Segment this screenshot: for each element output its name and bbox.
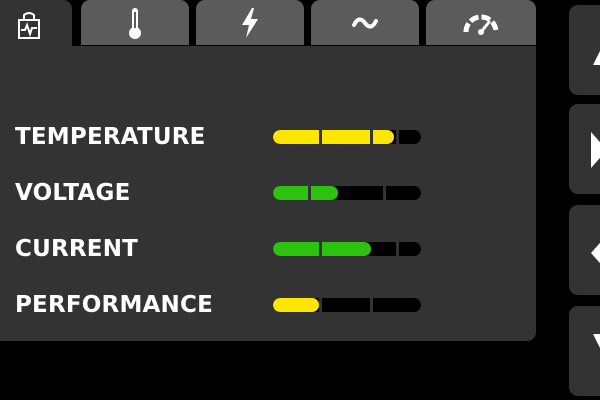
temperature-gauge	[273, 130, 421, 144]
current-gauge	[273, 242, 421, 256]
status-row-voltage: VOLTAGE	[0, 175, 536, 211]
status-row-temperature: TEMPERATURE	[0, 119, 536, 155]
row-marker-icon	[0, 299, 4, 311]
up-arrow-icon	[587, 41, 600, 69]
tab-waveform[interactable]	[311, 0, 419, 45]
wave-icon	[351, 13, 379, 33]
nav-left-button[interactable]	[569, 205, 600, 295]
status-icon	[15, 10, 43, 40]
thermometer-icon	[124, 6, 146, 40]
gauge-divider	[319, 298, 322, 312]
voltage-gauge	[273, 186, 421, 200]
left-arrow-icon	[587, 235, 600, 275]
gauge-divider	[383, 186, 386, 200]
current-label: CURRENT	[15, 236, 139, 262]
down-arrow-icon	[587, 334, 600, 362]
gauge-divider	[370, 298, 373, 312]
gauge-divider	[308, 186, 311, 200]
device-screen: TEMPERATURE VOLTAGE CURRENT PERFORMANCE	[0, 0, 600, 400]
voltage-gauge-fill	[273, 186, 339, 200]
gauge-divider	[319, 130, 322, 144]
nav-up-button[interactable]	[569, 5, 600, 95]
status-row-performance: PERFORMANCE	[0, 287, 536, 323]
temperature-label: TEMPERATURE	[15, 124, 206, 150]
row-marker-icon	[0, 243, 4, 255]
gauge-icon	[462, 10, 500, 36]
tab-electrical[interactable]	[196, 0, 304, 45]
performance-gauge	[273, 298, 421, 312]
tab-performance[interactable]	[426, 0, 536, 45]
status-panel: TEMPERATURE VOLTAGE CURRENT PERFORMANCE	[0, 46, 536, 341]
tab-status[interactable]	[0, 0, 72, 50]
tab-bar	[0, 0, 546, 50]
right-arrow-icon	[587, 132, 600, 172]
performance-label: PERFORMANCE	[15, 292, 213, 318]
nav-down-button[interactable]	[569, 306, 600, 396]
lightning-icon	[240, 7, 260, 39]
gauge-divider	[319, 242, 322, 256]
voltage-label: VOLTAGE	[15, 180, 131, 206]
tab-temperature[interactable]	[81, 0, 189, 45]
status-row-current: CURRENT	[0, 231, 536, 267]
gauge-divider	[396, 242, 399, 256]
temperature-gauge-fill	[273, 130, 395, 144]
gauge-divider	[370, 130, 373, 144]
performance-gauge-fill	[273, 298, 319, 312]
nav-right-button[interactable]	[569, 104, 600, 194]
gauge-divider	[396, 130, 399, 144]
